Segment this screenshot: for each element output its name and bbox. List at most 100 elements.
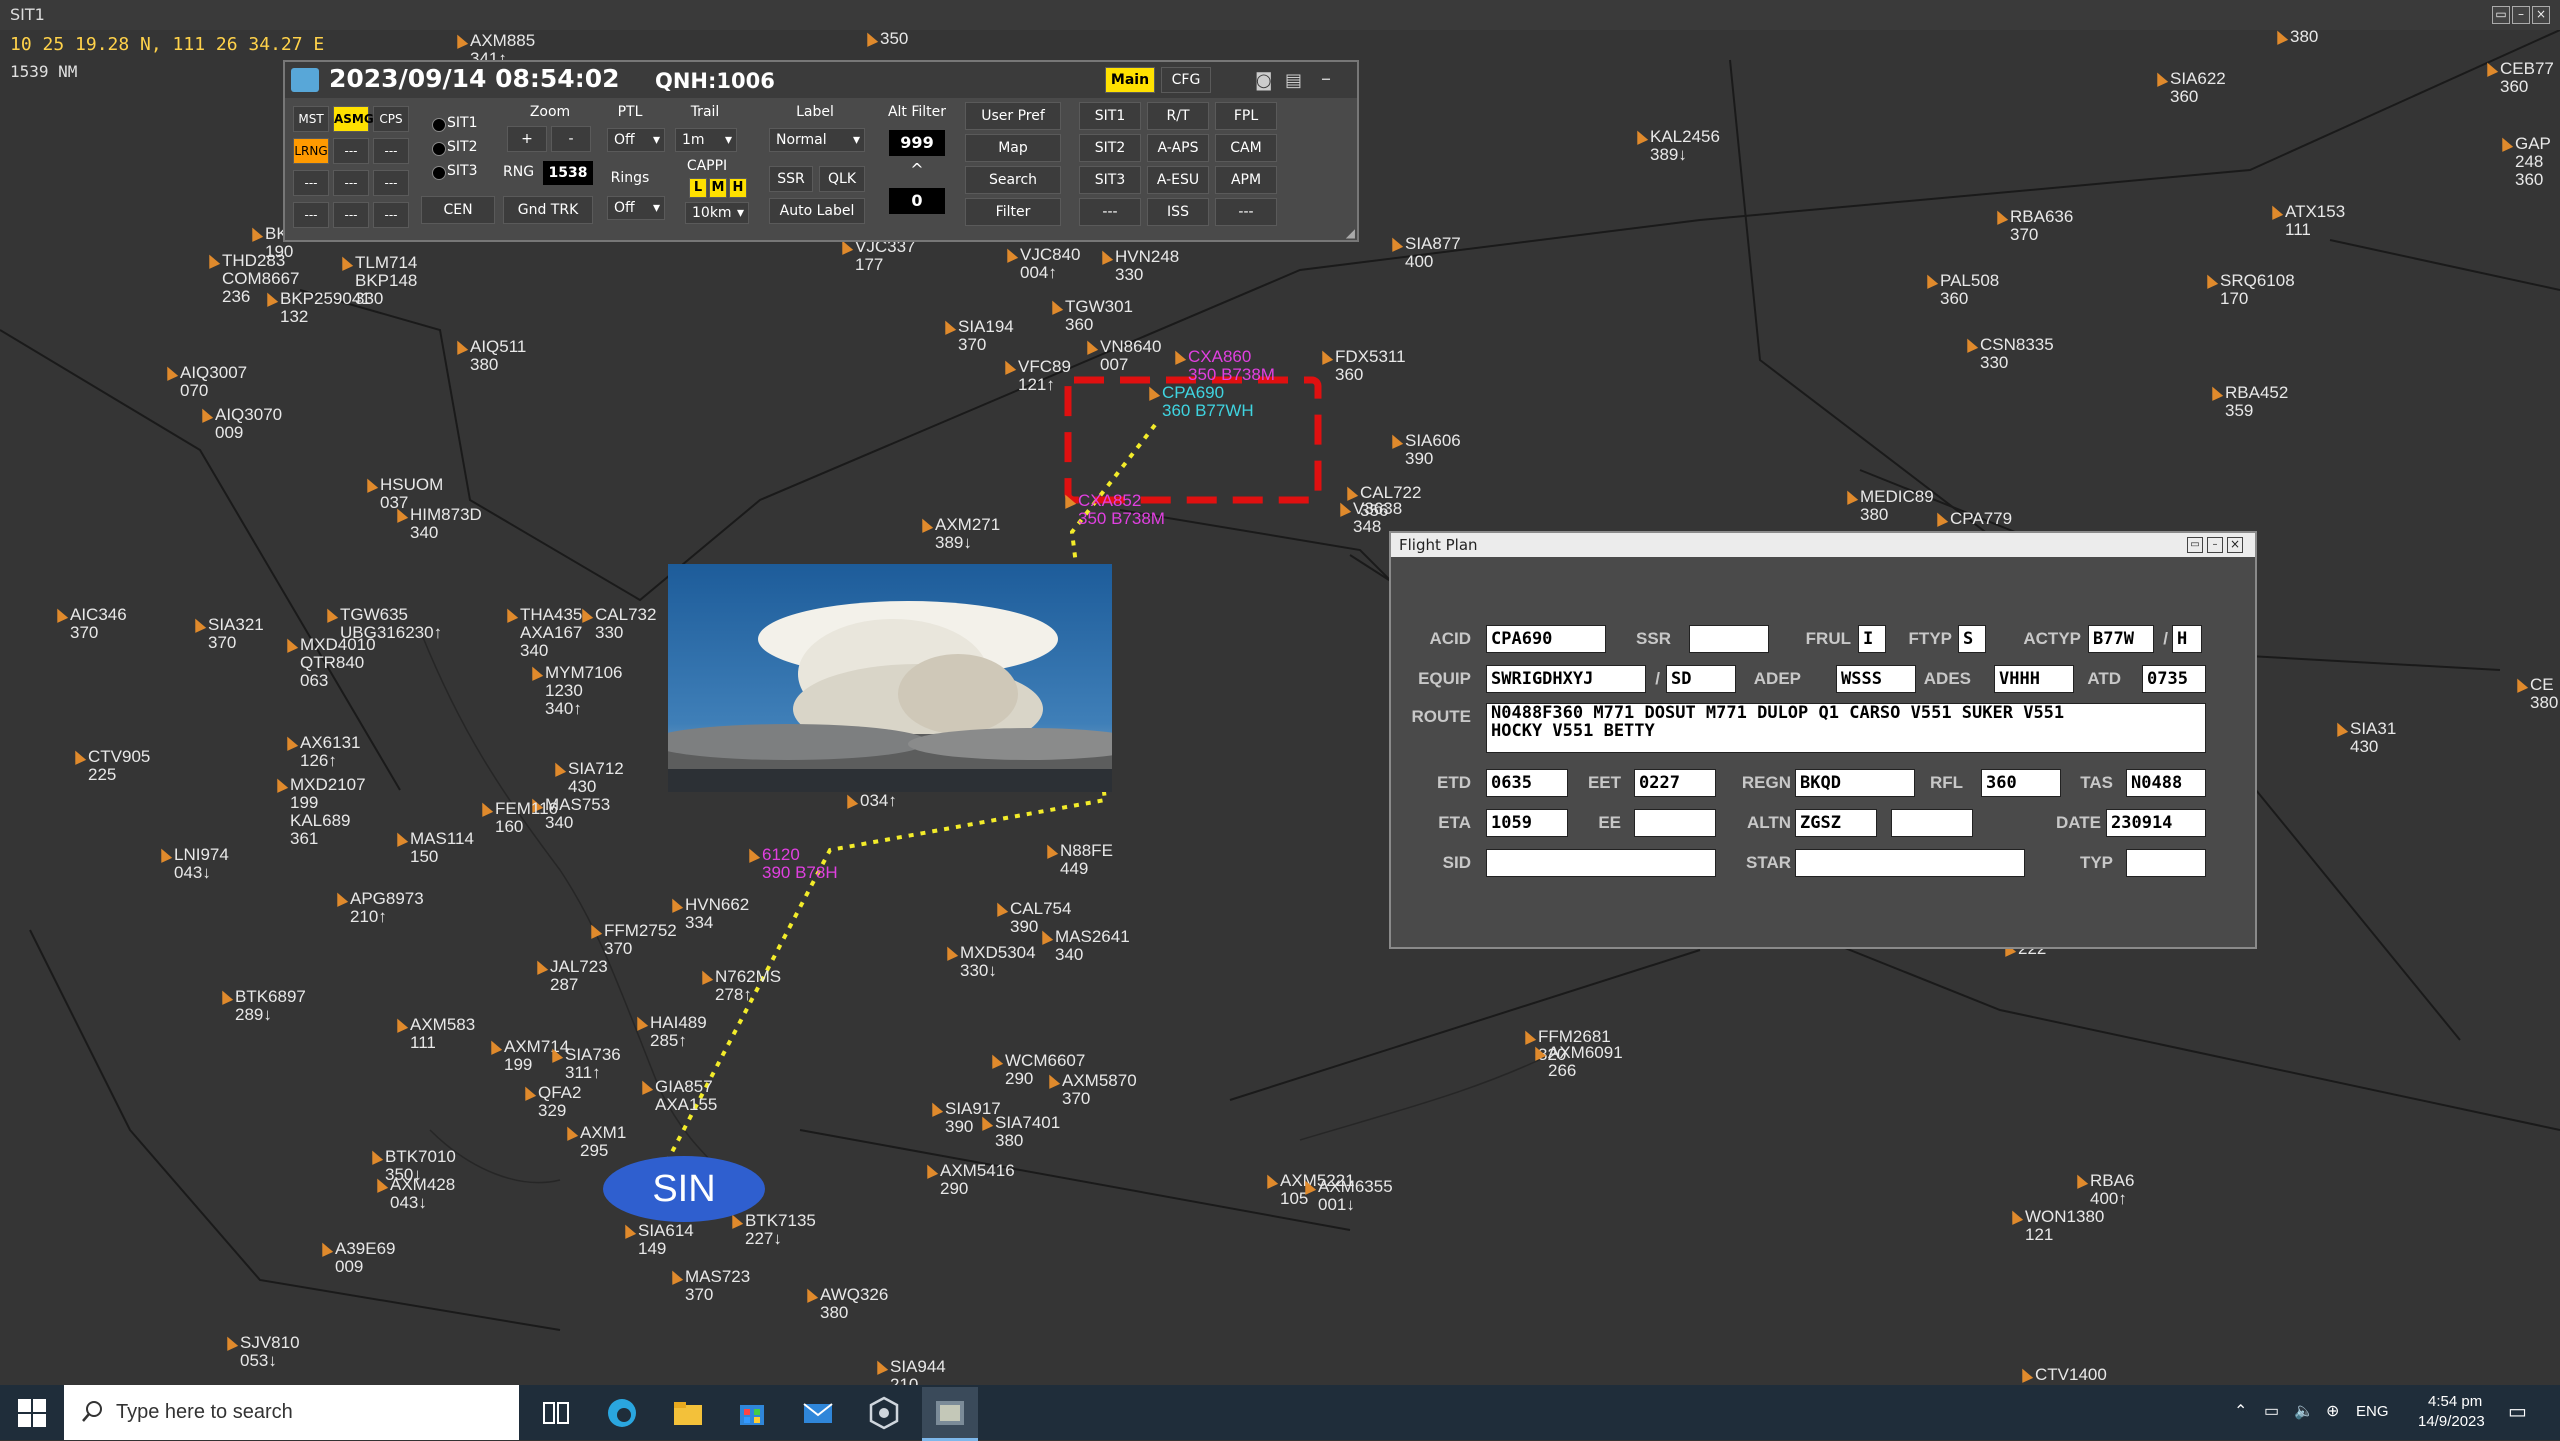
track-label[interactable]: A39E69 009 (316, 1240, 396, 1276)
etd-field[interactable]: 0635 (1486, 769, 1568, 797)
ades-field[interactable]: VHHH (1994, 665, 2074, 693)
track-label[interactable]: SIA712 430 (549, 760, 624, 796)
track-label[interactable]: MYM7106 1230 340↑ (526, 664, 622, 718)
globe-icon[interactable]: ⊕ (2326, 1401, 2339, 1421)
eet-field[interactable]: 0227 (1634, 769, 1716, 797)
track-label[interactable]: MXD4010 QTR840 063 (281, 636, 376, 690)
sid-field[interactable] (1486, 849, 1716, 877)
track-label[interactable]: HIM873D 340 (391, 506, 482, 542)
frul-field[interactable]: I (1858, 625, 1886, 653)
left-grid-button[interactable]: --- (333, 202, 369, 228)
track-label[interactable]: SIA877 400 (1386, 235, 1461, 271)
track-label[interactable]: FEM116 160 (476, 800, 558, 836)
cappi-m-button[interactable]: M (709, 178, 727, 198)
track-label[interactable]: AIQ3070 009 (196, 406, 282, 442)
cappi-l-button[interactable]: L (689, 178, 707, 198)
track-label[interactable]: SIA194 370 (939, 318, 1014, 354)
track-label[interactable]: VJC840 004↑ (1001, 246, 1080, 282)
track-label[interactable]: MXD5304 330↓ (941, 944, 1036, 980)
minimize-icon[interactable]: – (2512, 6, 2530, 24)
track-label[interactable]: AXM5416 290 (921, 1162, 1015, 1198)
collapse-icon[interactable]: – (1321, 66, 1331, 90)
altn2-field[interactable] (1891, 809, 1973, 837)
cappi-h-button[interactable]: H (729, 178, 747, 198)
track-label[interactable]: CPA690 360 B77WH (1143, 384, 1254, 420)
left-grid-button[interactable]: --- (373, 170, 409, 196)
right-grid-button[interactable]: A-APS (1147, 134, 1209, 162)
left-grid-button[interactable]: --- (373, 202, 409, 228)
track-label[interactable]: VN8640 007 (1081, 338, 1161, 374)
star-field[interactable] (1795, 849, 2025, 877)
sit3-radio[interactable] (432, 166, 446, 180)
track-label[interactable]: TGW301 360 (1046, 298, 1133, 334)
track-label[interactable]: 350 (861, 30, 908, 48)
track-label[interactable]: CTV905 225 (69, 748, 150, 784)
right-grid-button[interactable]: A-ESU (1147, 166, 1209, 194)
track-label[interactable]: AXM6091 266 (1529, 1044, 1623, 1080)
track-label[interactable]: AXM583 111 (391, 1016, 475, 1052)
track-label[interactable]: BKP259041 132 (261, 290, 371, 326)
right-grid-button[interactable]: --- (1079, 198, 1141, 226)
track-label[interactable]: N88FE 449 (1041, 842, 1113, 878)
cen-button[interactable]: CEN (421, 196, 495, 224)
track-label[interactable]: HVN248 330 (1096, 248, 1179, 284)
rfl-field[interactable]: 360 (1981, 769, 2061, 797)
right-button[interactable]: Search (965, 166, 1061, 194)
track-label[interactable]: SJV810 053↓ (221, 1334, 300, 1370)
rng-value[interactable]: 1538 (543, 161, 593, 185)
adep-field[interactable]: WSSS (1836, 665, 1916, 693)
regn-field[interactable]: BKQD (1795, 769, 1915, 797)
track-label[interactable]: CTV1400 (2016, 1366, 2107, 1384)
track-label[interactable]: LNI974 043↓ (155, 846, 229, 882)
file-explorer-icon[interactable] (670, 1395, 706, 1431)
alt-filter-lower[interactable]: 0 (889, 188, 945, 214)
typ-field[interactable] (2126, 849, 2206, 877)
settings-hex-icon[interactable] (866, 1395, 902, 1431)
left-grid-button[interactable]: ASMG (333, 106, 374, 132)
rings-dropdown[interactable]: Off (607, 196, 665, 220)
track-label[interactable]: BTK6897 289↓ (216, 988, 306, 1024)
right-grid-button[interactable]: --- (1215, 198, 1277, 226)
ftyp-field[interactable]: S (1958, 625, 1986, 653)
store-icon[interactable] (734, 1395, 770, 1431)
fp-restore-icon[interactable]: ▭ (2187, 537, 2203, 553)
track-label[interactable]: GIA857 AXA155 (636, 1078, 717, 1114)
track-label[interactable]: N762MS 278↑ (696, 968, 781, 1004)
track-label[interactable]: AIQ511 380 (451, 338, 526, 374)
right-button[interactable]: Filter (965, 198, 1061, 226)
track-label[interactable]: AXM5870 370 (1043, 1072, 1137, 1108)
alt-filter-upper[interactable]: 999 (889, 130, 945, 156)
equip2-field[interactable]: SD (1666, 665, 1736, 693)
restore-icon[interactable]: ▭ (2492, 6, 2510, 24)
left-grid-button[interactable]: CPS (373, 106, 409, 132)
track-label[interactable]: CE 380 (2511, 676, 2558, 712)
equip-field[interactable]: SWRIGDHXYJ (1486, 665, 1646, 693)
volume-icon[interactable]: 🔈 (2294, 1401, 2314, 1421)
right-grid-button[interactable]: APM (1215, 166, 1277, 194)
track-label[interactable]: PAL508 360 (1921, 272, 1999, 308)
ee-field[interactable] (1634, 809, 1716, 837)
print-icon[interactable]: ▤ (1285, 70, 1302, 91)
wtc-field[interactable]: H (2172, 625, 2202, 653)
mail-icon[interactable] (800, 1395, 836, 1431)
ssr-field[interactable] (1689, 625, 1769, 653)
active-app-slot[interactable] (922, 1387, 978, 1441)
track-label[interactable]: VJC337 177 (836, 238, 915, 274)
track-label[interactable]: QFA2 329 (519, 1084, 581, 1120)
label-dropdown[interactable]: Normal (769, 128, 865, 152)
track-label[interactable]: AX6131 126↑ (281, 734, 361, 770)
track-label[interactable]: JAL723 287 (531, 958, 608, 994)
cfg-button[interactable]: CFG (1161, 67, 1211, 93)
track-label[interactable]: WON1380 121 (2006, 1208, 2104, 1244)
track-label[interactable]: SIA606 390 (1386, 432, 1461, 468)
track-label[interactable]: GAP 248 360 (2496, 135, 2551, 189)
track-label[interactable]: HVN662 334 (666, 896, 749, 932)
track-label[interactable]: 380 (2271, 28, 2318, 46)
track-label[interactable]: RBA6 400↑ (2071, 1172, 2134, 1208)
tray-up-chevron-icon[interactable]: ⌃ (2234, 1401, 2247, 1421)
track-label[interactable]: HAI489 285↑ (631, 1014, 707, 1050)
track-label[interactable]: AIQ3007 070 (161, 364, 247, 400)
right-grid-button[interactable]: R/T (1147, 102, 1209, 130)
zoom-out-button[interactable]: - (551, 126, 591, 152)
tas-field[interactable]: N0488 (2126, 769, 2206, 797)
